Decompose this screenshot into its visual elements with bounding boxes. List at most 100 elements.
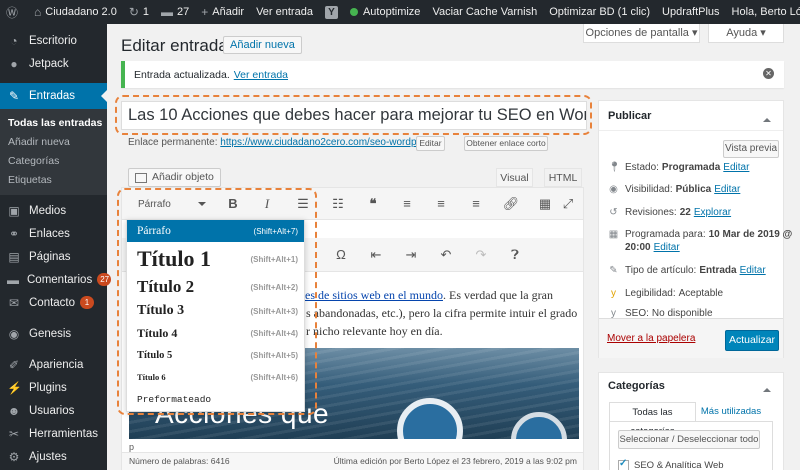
optimize-db-link[interactable]: Optimizar BD (1 clic) <box>543 0 656 24</box>
editor-status-bar: Número de palabras: 6416 Última edición … <box>122 452 583 470</box>
tab-html[interactable]: HTML <box>544 168 582 187</box>
user-account-menu[interactable]: Hola, Berto López <box>726 0 800 24</box>
updates-link[interactable]: ↻ 1 <box>123 0 155 24</box>
redo-icon[interactable]: ↷ <box>470 244 492 266</box>
sidebar-item-ajustes[interactable]: ⚙ Ajustes <box>0 445 107 468</box>
category-checkbox-item[interactable]: SEO & Analítica Web <box>618 458 724 470</box>
sidebar-item-plugins[interactable]: ⚡ Plugins <box>0 376 107 399</box>
submenu-all-posts[interactable]: Todas las entradas <box>0 113 107 132</box>
sidebar-item-enlaces[interactable]: ⚭ Enlaces <box>0 222 107 245</box>
preview-button[interactable]: Vista previa <box>723 140 779 158</box>
last-edit-info: Última edición por Berto López el 23 feb… <box>333 456 577 466</box>
dashboard-icon: ◔ <box>10 33 18 48</box>
contact-count-badge: 1 <box>80 296 95 309</box>
plus-icon: + <box>201 5 209 19</box>
align-left-icon[interactable]: ≡ <box>396 193 418 215</box>
numbered-list-icon[interactable]: ☷ <box>327 193 349 215</box>
undo-icon[interactable]: ↶ <box>435 244 457 266</box>
add-new-button[interactable]: Añadir nueva <box>223 36 302 54</box>
outdent-icon[interactable]: ⇤ <box>365 244 387 266</box>
appearance-icon: ✐ <box>8 357 20 372</box>
help-icon[interactable]: ❓︎ <box>504 244 526 266</box>
tools-icon: ✂ <box>8 426 20 441</box>
wordpress-logo-icon: Ⓦ <box>6 5 19 20</box>
categories-box-title[interactable]: Categorías <box>599 373 783 399</box>
sidebar-item-jetpack[interactable]: ● Jetpack <box>0 52 107 75</box>
publish-box-title[interactable]: Publicar <box>599 101 783 131</box>
add-media-button[interactable]: Añadir objeto <box>128 168 221 187</box>
blockquote-icon[interactable]: ❝ <box>362 193 384 215</box>
sidebar-item-medios[interactable]: ▣ Medios <box>0 199 107 222</box>
eye-icon: ◉ <box>609 184 618 195</box>
media-icon <box>135 172 147 183</box>
help-tab[interactable]: Ayuda ▾ <box>708 24 784 43</box>
sidebar-item-escritorio[interactable]: ◔ Escritorio <box>0 29 107 52</box>
revisions-icon: ↺ <box>609 207 618 218</box>
edit-permalink-button[interactable]: Editar <box>416 136 445 151</box>
sidebar-item-usuarios[interactable]: ☻ Usuarios <box>0 399 107 422</box>
admin-sidebar: ◔ Escritorio ● Jetpack ✎ Entradas Todas las… <box>0 24 112 470</box>
move-to-trash-link[interactable]: Mover a la papelera <box>607 333 695 344</box>
collapse-arrow-icon[interactable] <box>763 114 771 122</box>
tab-visual[interactable]: Visual <box>496 168 533 187</box>
sidebar-item-genesis[interactable]: ◉ Genesis <box>0 322 107 345</box>
permalink: Enlace permanente: https://www.ciudadano… <box>128 137 439 148</box>
yoast-menu[interactable]: Y <box>319 0 344 24</box>
sidebar-item-comentarios[interactable]: ▬ Comentarios 27 <box>0 268 112 291</box>
sidebar-item-apariencia[interactable]: ✐ Apariencia <box>0 353 107 376</box>
comments-link[interactable]: ▬ 27 <box>155 0 195 24</box>
sidebar-item-contacto[interactable]: ✉ Contacto 1 <box>0 291 107 314</box>
contact-icon: ✉ <box>8 295 20 310</box>
visibility-row: ◉ Visibilidad: Pública Editar <box>609 184 741 195</box>
sidebar-item-herramientas[interactable]: ✂ Herramientas <box>0 422 107 445</box>
yoast-icon: Y <box>324 5 338 19</box>
pin-icon: ✎ <box>8 89 20 103</box>
autoptimize-menu[interactable]: Autoptimize <box>344 0 426 24</box>
submenu-categories[interactable]: Categorías <box>0 151 107 170</box>
special-character-icon[interactable]: Ω <box>330 244 352 266</box>
dismiss-icon[interactable]: ✕ <box>763 68 774 79</box>
site-name-link[interactable]: ⌂ Ciudadano 2.0 <box>28 0 123 24</box>
indent-icon[interactable]: ⇥ <box>400 244 422 266</box>
settings-icon: ⚙ <box>8 449 20 464</box>
element-path: p <box>129 442 135 452</box>
view-post-link[interactable]: Ver entrada <box>234 69 288 81</box>
fullscreen-icon[interactable]: ⤢ <box>557 193 579 215</box>
pages-icon: ▤ <box>8 249 20 264</box>
updraft-menu[interactable]: UpdraftPlus <box>656 0 725 24</box>
comments-count-badge: 27 <box>97 273 112 286</box>
link-icon[interactable]: 🔗︎ <box>500 193 522 215</box>
updates-icon: ↻ <box>128 5 139 19</box>
toolbar-toggle-icon[interactable]: ▦ <box>534 193 556 215</box>
checkbox-checked-icon[interactable] <box>618 458 629 470</box>
align-center-icon[interactable]: ≡ <box>430 193 452 215</box>
screen-options-tab[interactable]: Opciones de pantalla ▾ <box>583 24 700 43</box>
select-deselect-all-button[interactable]: Seleccionar / Deseleccionar todo <box>618 430 760 449</box>
genesis-icon: ◉ <box>8 326 20 341</box>
edit-schedule-link[interactable]: Editar <box>654 242 680 253</box>
edit-status-link[interactable]: Editar <box>723 162 749 173</box>
tab-most-used[interactable]: Más utilizadas <box>700 402 762 421</box>
varnish-link[interactable]: Vaciar Cache Varnish <box>426 0 543 24</box>
submenu-add-new[interactable]: Añadir nueva <box>0 132 107 151</box>
publish-actions: Mover a la papelera Actualizar <box>599 318 783 358</box>
get-shortlink-button[interactable]: Obtener enlace corto <box>464 136 548 151</box>
edit-visibility-link[interactable]: Editar <box>714 184 740 195</box>
align-right-icon[interactable]: ≡ <box>465 193 487 215</box>
collapse-arrow-icon[interactable] <box>763 384 771 392</box>
wordpress-logo-menu[interactable]: Ⓦ <box>0 0 28 24</box>
browse-revisions-link[interactable]: Explorar <box>694 207 731 218</box>
view-post-link[interactable]: Ver entrada <box>250 0 319 24</box>
content-link[interactable]: es de sitios web en el mundo <box>305 288 443 302</box>
schedule-row: ▦ Programada para: 10 Mar de 2019 @ 20:00… <box>608 229 793 253</box>
add-new-menu[interactable]: + Añadir <box>195 0 250 24</box>
admin-bar: Ⓦ ⌂ Ciudadano 2.0 ↻ 1 ▬ 27 + Añadir Ver entr… <box>0 0 800 24</box>
permalink-url[interactable]: https://www.ciudadano2cero.com/seo-wordp… <box>220 137 438 148</box>
update-button[interactable]: Actualizar <box>725 330 779 351</box>
edit-post-type-link[interactable]: Editar <box>740 265 766 276</box>
sidebar-item-paginas[interactable]: ▤ Páginas <box>0 245 107 268</box>
tab-all-categories[interactable]: Todas las categorías <box>609 402 696 437</box>
update-notice: Entrada actualizada. Ver entrada ✕ <box>121 61 784 88</box>
submenu-tags[interactable]: Etiquetas <box>0 170 107 189</box>
sidebar-item-entradas[interactable]: ✎ Entradas <box>0 83 107 109</box>
